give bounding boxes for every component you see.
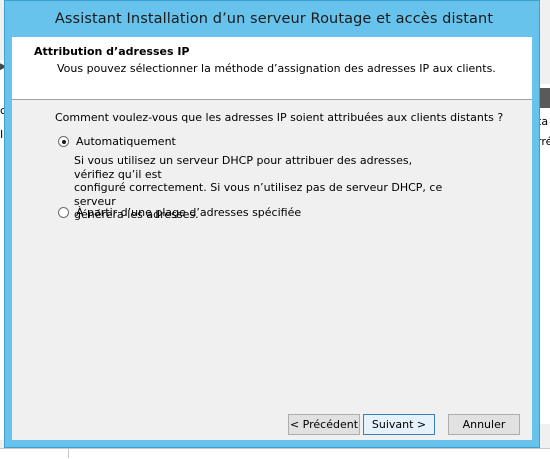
background-divider <box>68 448 69 458</box>
dialog-client-area: Attribution d’adresses IP Vous pouvez sé… <box>12 37 532 440</box>
question-label: Comment voulez-vous que les adresses IP … <box>55 111 504 124</box>
title-bar[interactable]: Assistant Installation d’un serveur Rout… <box>5 1 539 37</box>
radio-button-automatic[interactable] <box>58 136 69 147</box>
radio-label-address-range[interactable]: À partir d’une plage d’adresses spécifié… <box>76 206 301 219</box>
radio-option-automatic[interactable]: Automatiquement <box>58 135 176 148</box>
wizard-header: Attribution d’adresses IP Vous pouvez sé… <box>12 37 532 100</box>
previous-button[interactable]: < Précédent <box>288 414 360 435</box>
radio-button-address-range[interactable] <box>58 207 69 218</box>
radio-option-address-range[interactable]: À partir d’une plage d’adresses spécifié… <box>58 206 301 219</box>
radio-label-automatic[interactable]: Automatiquement <box>76 135 176 148</box>
description-line: configuré correctement. Si vous n’utilis… <box>74 181 443 208</box>
page-title: Attribution d’adresses IP <box>34 45 190 58</box>
background-text: I <box>0 128 4 141</box>
next-button[interactable]: Suivant > <box>363 414 435 435</box>
cancel-button[interactable]: Annuler <box>448 414 520 435</box>
background-window-bottom <box>0 448 550 459</box>
description-line: Si vous utilisez un serveur DHCP pour at… <box>74 154 413 181</box>
wizard-dialog: Assistant Installation d’un serveur Rout… <box>4 0 540 448</box>
window-title: Assistant Installation d’un serveur Rout… <box>54 11 494 27</box>
page-subtitle: Vous pouvez sélectionner la méthode d’as… <box>57 62 496 75</box>
